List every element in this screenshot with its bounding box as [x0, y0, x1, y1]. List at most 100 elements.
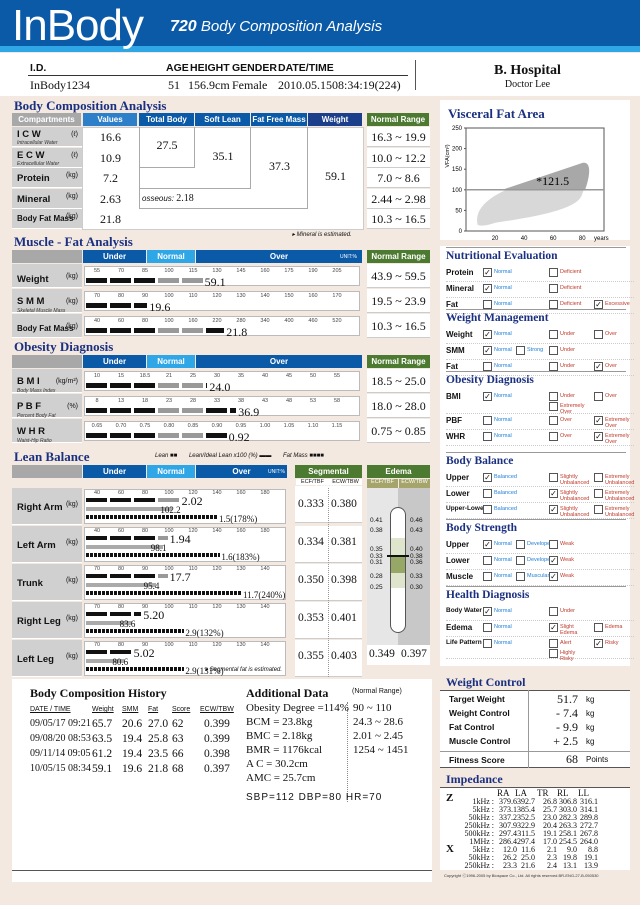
checkbox-unchecked[interactable] — [483, 623, 492, 632]
checkbox-unchecked[interactable] — [549, 416, 558, 425]
checkbox-unchecked[interactable] — [549, 649, 558, 658]
checkbox-unchecked[interactable] — [549, 346, 558, 355]
checkbox-checked[interactable]: ✓ — [549, 505, 558, 514]
checkbox-unchecked[interactable] — [483, 416, 492, 425]
checkbox-unchecked[interactable] — [594, 505, 603, 514]
bar-segment — [134, 303, 148, 308]
checkbox-checked[interactable]: ✓ — [483, 607, 492, 616]
checkbox-unchecked[interactable] — [516, 540, 525, 549]
checkbox-checked[interactable]: ✓ — [594, 300, 603, 309]
tick-label: 50 — [309, 373, 317, 379]
legend-ideal: Lean/Ideal Lean x100 (%) ▬▬ — [188, 453, 273, 459]
checkbox-checked[interactable]: ✓ — [483, 540, 492, 549]
checkbox-checked[interactable]: ✓ — [549, 489, 558, 498]
band-over: Over — [196, 355, 362, 368]
tick-label: 70 — [117, 268, 125, 274]
eval-row-label: Fat — [446, 362, 458, 371]
history-header: Weight — [92, 706, 114, 713]
row-name: Protein — [17, 173, 50, 184]
checkbox-label: Over — [605, 331, 617, 337]
checkbox-unchecked[interactable] — [549, 392, 558, 401]
tick-label: 400 — [284, 318, 294, 324]
checkbox-unchecked[interactable] — [516, 556, 525, 565]
checkbox-checked[interactable]: ✓ — [549, 556, 558, 565]
checkbox-checked[interactable]: ✓ — [594, 639, 603, 648]
additional-item: Obesity Degree =114% — [246, 702, 349, 714]
seg-ecf-value: 0.333 — [298, 498, 324, 510]
seg-divider — [328, 602, 329, 639]
lean-row-label: Right Leg (kg) — [12, 602, 82, 639]
row-name: W H R — [17, 426, 45, 437]
id-label: I.D. — [30, 62, 47, 74]
bar-segment — [182, 278, 203, 283]
checkbox-checked[interactable]: ✓ — [549, 572, 558, 581]
vitals: SBP=112 DBP=80 HR=70 — [246, 792, 383, 803]
checkbox-unchecked[interactable] — [483, 572, 492, 581]
checkbox-unchecked[interactable] — [483, 556, 492, 565]
eval-row: Weight ✓ Normal Under Over — [446, 328, 634, 344]
checkbox-unchecked[interactable] — [594, 623, 603, 632]
checkbox-unchecked[interactable] — [549, 330, 558, 339]
row-unit: (kg) — [65, 615, 78, 622]
checkbox-unchecked[interactable] — [483, 362, 492, 371]
section-title-health-dx: Health Diagnosis — [446, 589, 530, 601]
impedance-value: 21.6 — [521, 861, 535, 870]
checkbox-checked[interactable]: ✓ — [594, 416, 603, 425]
checkbox-checked[interactable]: ✓ — [483, 392, 492, 401]
checkbox-unchecked[interactable] — [549, 540, 558, 549]
checkbox-checked[interactable]: ✓ — [483, 330, 492, 339]
additional-item: BCM = 23.8kg — [246, 716, 313, 728]
checkbox-unchecked[interactable] — [549, 473, 558, 482]
tick-label: 120 — [212, 642, 222, 648]
checkbox-checked[interactable]: ✓ — [483, 268, 492, 277]
checkbox-unchecked[interactable] — [549, 639, 558, 648]
checkbox-unchecked[interactable] — [594, 392, 603, 401]
lean-bar — [158, 574, 168, 578]
edema-ecf-value: 0.349 — [369, 648, 395, 660]
checkbox-unchecked[interactable] — [549, 607, 558, 616]
checkbox-label: Extremely Unbalanced — [605, 490, 635, 502]
checkbox-unchecked[interactable] — [549, 362, 558, 371]
section-title-obesity-dx: Obesity Diagnosis — [446, 374, 534, 386]
checkbox-unchecked[interactable] — [516, 346, 525, 355]
checkbox-unchecked[interactable] — [549, 300, 558, 309]
bca-row-label: Body Fat Mass (kg) — [12, 209, 82, 229]
checkbox-checked[interactable]: ✓ — [594, 362, 603, 371]
checkbox-label: Normal — [494, 331, 512, 337]
checkbox-checked[interactable]: ✓ — [549, 623, 558, 632]
checkbox-unchecked[interactable] — [549, 284, 558, 293]
checkbox-unchecked[interactable] — [483, 300, 492, 309]
bca-value: 10.9 — [100, 150, 121, 165]
tick-label: 80 — [117, 604, 125, 610]
checkbox-label: Extremely Over — [605, 433, 630, 445]
checkbox-unchecked[interactable] — [483, 489, 492, 498]
eval-row: Edema Normal ✓ Slight Edema Edema — [446, 621, 634, 637]
checkbox-unchecked[interactable] — [594, 473, 603, 482]
checkbox-checked[interactable]: ✓ — [483, 284, 492, 293]
checkbox-checked[interactable]: ✓ — [483, 346, 492, 355]
checkbox-unchecked[interactable] — [483, 505, 492, 514]
checkbox-unchecked[interactable] — [594, 489, 603, 498]
age-label: AGE — [166, 62, 189, 74]
divider — [347, 702, 348, 802]
lean-row-label: Right Arm (kg) — [12, 488, 82, 525]
checkbox-unchecked[interactable] — [516, 572, 525, 581]
checkbox-label: Normal — [494, 417, 512, 423]
checkbox-checked[interactable]: ✓ — [483, 473, 492, 482]
checkbox-unchecked[interactable] — [549, 402, 558, 411]
checkbox-unchecked[interactable] — [483, 639, 492, 648]
inbody-logo: InBody — [12, 1, 144, 50]
checkbox-unchecked[interactable] — [594, 330, 603, 339]
bca-row-label: Mineral (kg) — [12, 188, 82, 209]
checkbox-unchecked[interactable] — [549, 432, 558, 441]
weight-control-value: + 2.5 — [553, 734, 578, 748]
y-tick-label: 250 — [452, 126, 463, 132]
bar-segment — [182, 328, 203, 333]
fat-mass-bar — [86, 553, 221, 557]
bar-segment — [206, 328, 225, 333]
checkbox-unchecked[interactable] — [549, 268, 558, 277]
row-label: P B F Percent Body Fat (%) — [12, 394, 82, 419]
row-name: B M I — [17, 376, 40, 387]
checkbox-unchecked[interactable] — [483, 432, 492, 441]
checkbox-checked[interactable]: ✓ — [594, 432, 603, 441]
